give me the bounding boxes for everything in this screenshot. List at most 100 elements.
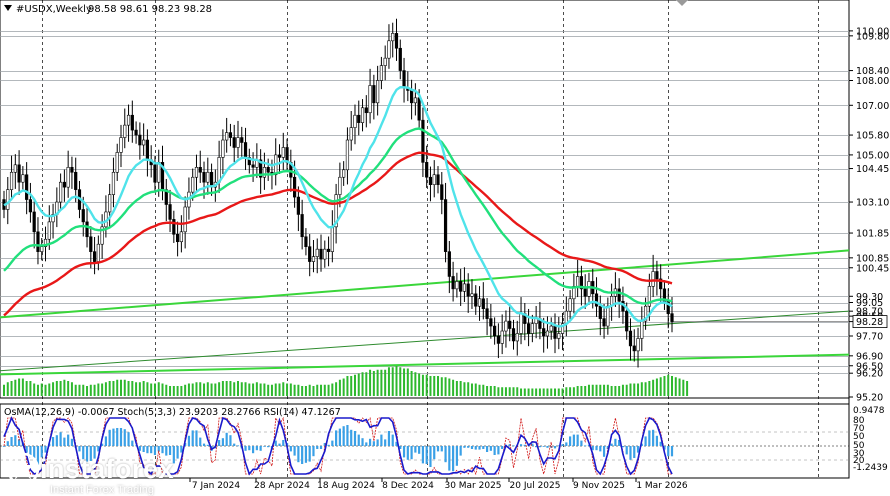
candle-body <box>277 154 282 158</box>
time-label: 9 Nov 2025 <box>573 481 625 491</box>
volume-bar <box>52 382 55 396</box>
osma-bar <box>384 439 387 446</box>
osma-bar <box>448 446 451 471</box>
osma-bar <box>542 446 545 447</box>
candle-body <box>391 33 395 42</box>
volume-bar <box>225 381 228 396</box>
volume-bar <box>138 382 141 396</box>
volume-bar <box>387 367 390 396</box>
candle-body <box>519 313 523 334</box>
volume-bar <box>433 376 436 396</box>
candle-body <box>74 171 78 190</box>
candle-body <box>251 164 255 168</box>
volume-bar <box>346 376 349 396</box>
osma-bar <box>553 446 557 449</box>
candle-body <box>308 246 312 262</box>
osma-bar <box>459 446 462 456</box>
candle-body <box>557 333 561 339</box>
volume-bar <box>263 383 266 396</box>
volume-bar <box>618 386 621 396</box>
volume-bar <box>274 383 277 396</box>
volume-bar <box>293 384 296 396</box>
candle-body <box>526 323 531 334</box>
volume-bar <box>116 379 119 396</box>
volume-bar <box>112 381 115 396</box>
candle-body <box>432 174 436 185</box>
volume-bar <box>493 386 496 396</box>
volume-bar <box>229 381 232 396</box>
candle-body <box>628 330 633 347</box>
candle-body <box>451 276 455 290</box>
volume-bar <box>240 382 243 396</box>
volume-bar <box>463 382 466 396</box>
volume-bar <box>678 378 681 396</box>
volume-bar <box>376 369 379 396</box>
candle-body <box>504 320 508 332</box>
candle-body <box>311 256 316 262</box>
volume-bar <box>252 383 255 396</box>
osma-bar <box>319 446 323 449</box>
volume-bar <box>21 378 24 396</box>
volume-bar <box>444 377 447 396</box>
osma-bar <box>308 446 311 462</box>
volume-bar <box>546 388 549 396</box>
osma-bar <box>301 446 304 464</box>
candle-body <box>6 189 10 210</box>
candle-body <box>66 167 70 188</box>
volume-bar <box>621 384 624 396</box>
osma-bar <box>414 446 417 453</box>
volume-bar <box>361 372 364 396</box>
volume-bar <box>97 383 100 396</box>
volume-bar <box>289 383 292 396</box>
price-label: 95.20 <box>856 393 883 404</box>
osma-bar <box>463 446 466 448</box>
osma-bar <box>485 446 489 452</box>
osma-bar <box>652 429 655 446</box>
volume-bar <box>512 387 515 396</box>
volume-bar <box>535 388 538 396</box>
volume-bar <box>74 384 77 396</box>
chart-canvas: 110.00109.80108.40108.00107.00105.80105.… <box>0 0 889 491</box>
volume-bar <box>406 368 409 396</box>
volume-bar <box>308 384 311 396</box>
indicator-scale-label: -1.2439 <box>853 463 888 473</box>
candle-body <box>108 194 112 213</box>
price-label: 104.45 <box>856 164 889 175</box>
volume-bar <box>482 384 485 396</box>
candle-body <box>62 181 66 188</box>
osma-bar <box>338 428 341 446</box>
volume-bar <box>101 383 104 396</box>
osma-bar <box>452 446 455 472</box>
osma-bar <box>474 446 477 450</box>
candle-body <box>598 305 602 319</box>
candle-body <box>225 132 229 141</box>
volume-bar <box>221 381 224 396</box>
volume-bar <box>10 381 13 396</box>
volume-bar <box>244 382 247 396</box>
volume-bar <box>199 382 202 396</box>
candle-body <box>542 328 546 337</box>
price-label: 96.20 <box>856 369 883 380</box>
osma-bar <box>501 446 504 449</box>
candle-body <box>640 320 644 339</box>
volume-bar <box>576 386 579 396</box>
volume-bar <box>67 381 70 396</box>
candle-body <box>36 231 40 252</box>
osma-bar <box>670 446 674 457</box>
volume-bar <box>48 383 51 396</box>
osma-bar <box>421 446 425 464</box>
candle-body <box>568 298 572 312</box>
candle-body <box>281 147 285 158</box>
volume-bar <box>176 386 179 396</box>
volume-bar <box>437 376 440 396</box>
candle-body <box>304 236 308 247</box>
brand-name: instaforex <box>40 453 175 484</box>
volume-bar <box>278 383 281 396</box>
osma-bar <box>625 446 628 455</box>
volume-bar <box>542 388 545 396</box>
volume-bar <box>161 383 164 396</box>
volume-bar <box>297 384 300 396</box>
volume-bar <box>36 384 39 396</box>
osma-bar <box>497 446 500 455</box>
volume-bar <box>248 383 251 396</box>
